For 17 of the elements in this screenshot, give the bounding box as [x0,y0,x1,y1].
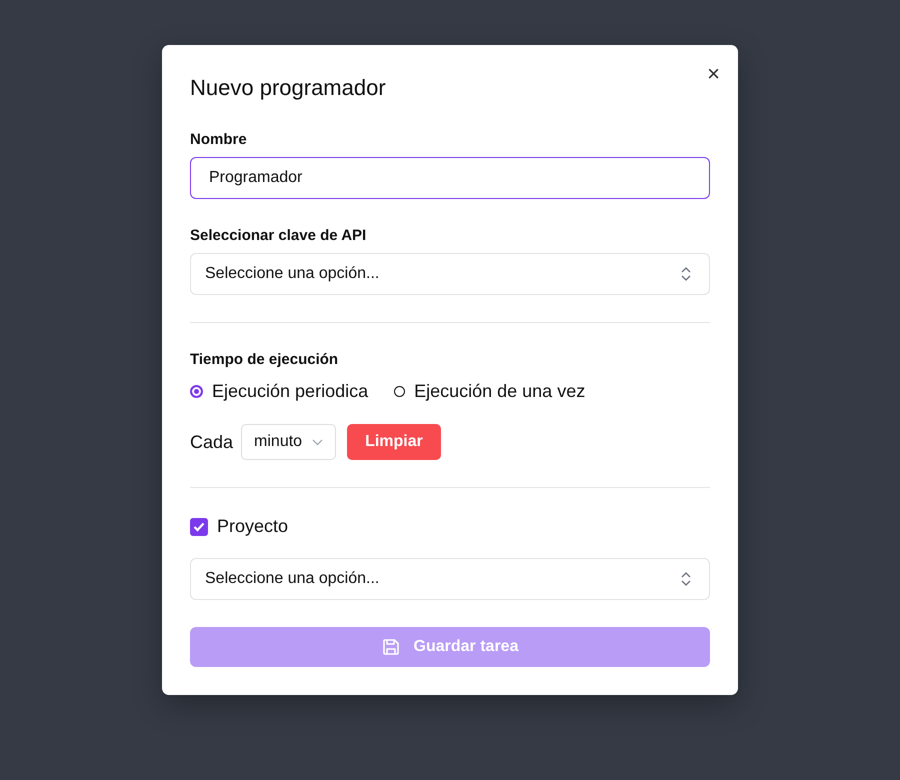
name-input[interactable]: Programador [190,157,710,199]
unit-select[interactable]: minuto [241,424,336,460]
dialog-title: Nuevo programador [190,75,386,101]
field-label: Seleccionar clave de API [190,227,368,244]
every-label: Cada [190,432,234,452]
save-icon [382,638,400,656]
chevron-down-icon [312,438,324,446]
chevron-up-down-icon [681,572,691,586]
chevron-up-down-icon [681,267,691,281]
radio-option[interactable]: Ejecución de una vez [394,381,586,402]
field-label: Nombre [190,131,248,148]
project-checkbox[interactable]: Proyecto [190,516,710,537]
project-select[interactable]: Seleccione una opción... [190,558,710,600]
close-button[interactable]: × [705,63,722,85]
radio-option[interactable]: Ejecución periodica [190,381,368,402]
section-label: Tiempo de ejecución [190,351,340,368]
api-key-select[interactable]: Seleccione una opción... [190,253,710,295]
